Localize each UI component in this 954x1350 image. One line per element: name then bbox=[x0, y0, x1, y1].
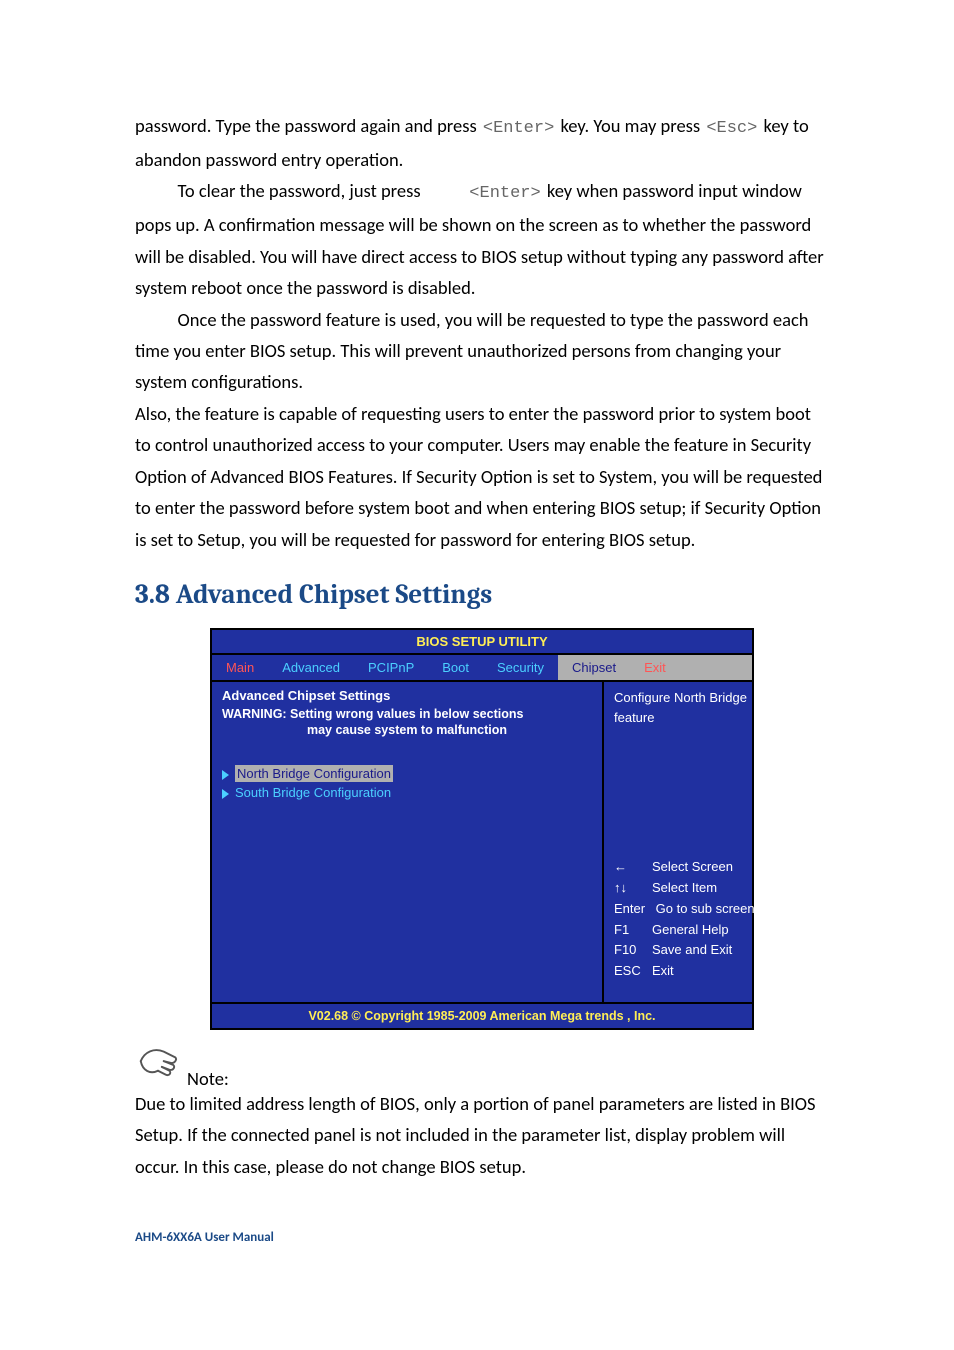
bios-tab-exit[interactable]: Exit bbox=[630, 655, 752, 680]
bios-tabs: Main Advanced PCIPnP Boot Security Chips… bbox=[212, 655, 752, 682]
bios-title: BIOS SETUP UTILITY bbox=[212, 630, 752, 655]
bios-menu-item-south-bridge[interactable]: South Bridge Configuration bbox=[222, 785, 592, 800]
page-content: password. Type the password again and pr… bbox=[0, 0, 954, 1305]
bios-menu-item-north-bridge[interactable]: North Bridge Configuration bbox=[222, 765, 592, 782]
text: Configure North Bridge bbox=[614, 688, 755, 708]
help-val: Select Screen bbox=[652, 859, 733, 874]
paragraph-4: Also, the feature is capable of requesti… bbox=[135, 398, 829, 555]
help-val: Go to sub screen bbox=[656, 901, 755, 916]
note-row: Note: bbox=[135, 1042, 829, 1088]
triangle-right-icon bbox=[222, 789, 229, 799]
bios-tab-advanced[interactable]: Advanced bbox=[268, 655, 354, 680]
paragraph-2: To clear the password, just press <Enter… bbox=[135, 175, 829, 303]
bios-body: Advanced Chipset Settings WARNING: Setti… bbox=[212, 682, 752, 1002]
help-key: Enter bbox=[614, 899, 652, 920]
text: feature bbox=[614, 708, 755, 728]
triangle-right-icon bbox=[222, 770, 229, 780]
help-row: F1General Help bbox=[614, 920, 755, 941]
text: key. You may press bbox=[556, 114, 704, 137]
bios-tab-chipset[interactable]: Chipset bbox=[558, 655, 630, 680]
help-val: General Help bbox=[652, 922, 729, 937]
bios-right-panel: Configure North Bridge feature ←Select S… bbox=[604, 682, 765, 1002]
bios-item-description: Configure North Bridge feature bbox=[614, 688, 755, 727]
footer-manual: AHM-6XX6A User Manual bbox=[135, 1230, 829, 1245]
text: To clear the password, just press bbox=[178, 179, 425, 202]
section-heading: 3.8 Advanced Chipset Settings bbox=[135, 579, 829, 610]
text: password. Type the password again and pr… bbox=[135, 114, 481, 137]
esc-key-glyph: <Esc> bbox=[704, 115, 759, 144]
enter-key-glyph: <Enter> bbox=[481, 115, 556, 144]
bios-tab-pcipnp[interactable]: PCIPnP bbox=[354, 655, 428, 680]
help-row: F10Save and Exit bbox=[614, 940, 755, 961]
bios-tab-main[interactable]: Main bbox=[212, 655, 268, 680]
bios-help-keys: ←Select Screen ↑↓Select Item Enter Go to… bbox=[614, 857, 755, 996]
help-row: Enter Go to sub screen bbox=[614, 899, 755, 920]
bios-left-panel: Advanced Chipset Settings WARNING: Setti… bbox=[212, 682, 604, 1002]
bios-footer: V02.68 © Copyright 1985-2009 American Me… bbox=[212, 1002, 752, 1028]
bios-tab-security[interactable]: Security bbox=[483, 655, 558, 680]
note-body: Due to limited address length of BIOS, o… bbox=[135, 1088, 829, 1182]
help-val: Select Item bbox=[652, 880, 717, 895]
help-key: F10 bbox=[614, 940, 652, 961]
hand-pointing-icon bbox=[135, 1042, 181, 1088]
help-key: F1 bbox=[614, 920, 652, 941]
help-row: ←Select Screen bbox=[614, 857, 755, 878]
help-val: Exit bbox=[652, 963, 674, 978]
help-row: ESCExit bbox=[614, 961, 755, 982]
bios-tab-boot[interactable]: Boot bbox=[428, 655, 483, 680]
note-label: Note: bbox=[187, 1070, 229, 1089]
enter-key-glyph: <Enter> bbox=[425, 180, 543, 209]
help-key: ↑↓ bbox=[614, 878, 652, 899]
bios-warning-2: may cause system to malfunction bbox=[222, 723, 592, 737]
paragraph-3: Once the password feature is used, you w… bbox=[135, 304, 829, 398]
bios-item-label: South Bridge Configuration bbox=[235, 785, 391, 800]
help-key: ← bbox=[614, 857, 652, 878]
bios-section-title: Advanced Chipset Settings bbox=[222, 688, 592, 703]
bios-warning-1: WARNING: Setting wrong values in below s… bbox=[222, 707, 592, 721]
bios-screenshot: BIOS SETUP UTILITY Main Advanced PCIPnP … bbox=[210, 628, 754, 1030]
help-val: Save and Exit bbox=[652, 942, 732, 957]
bios-item-label: North Bridge Configuration bbox=[235, 765, 393, 782]
help-row: ↑↓Select Item bbox=[614, 878, 755, 899]
help-key: ESC bbox=[614, 961, 652, 982]
paragraph-1: password. Type the password again and pr… bbox=[135, 110, 829, 175]
